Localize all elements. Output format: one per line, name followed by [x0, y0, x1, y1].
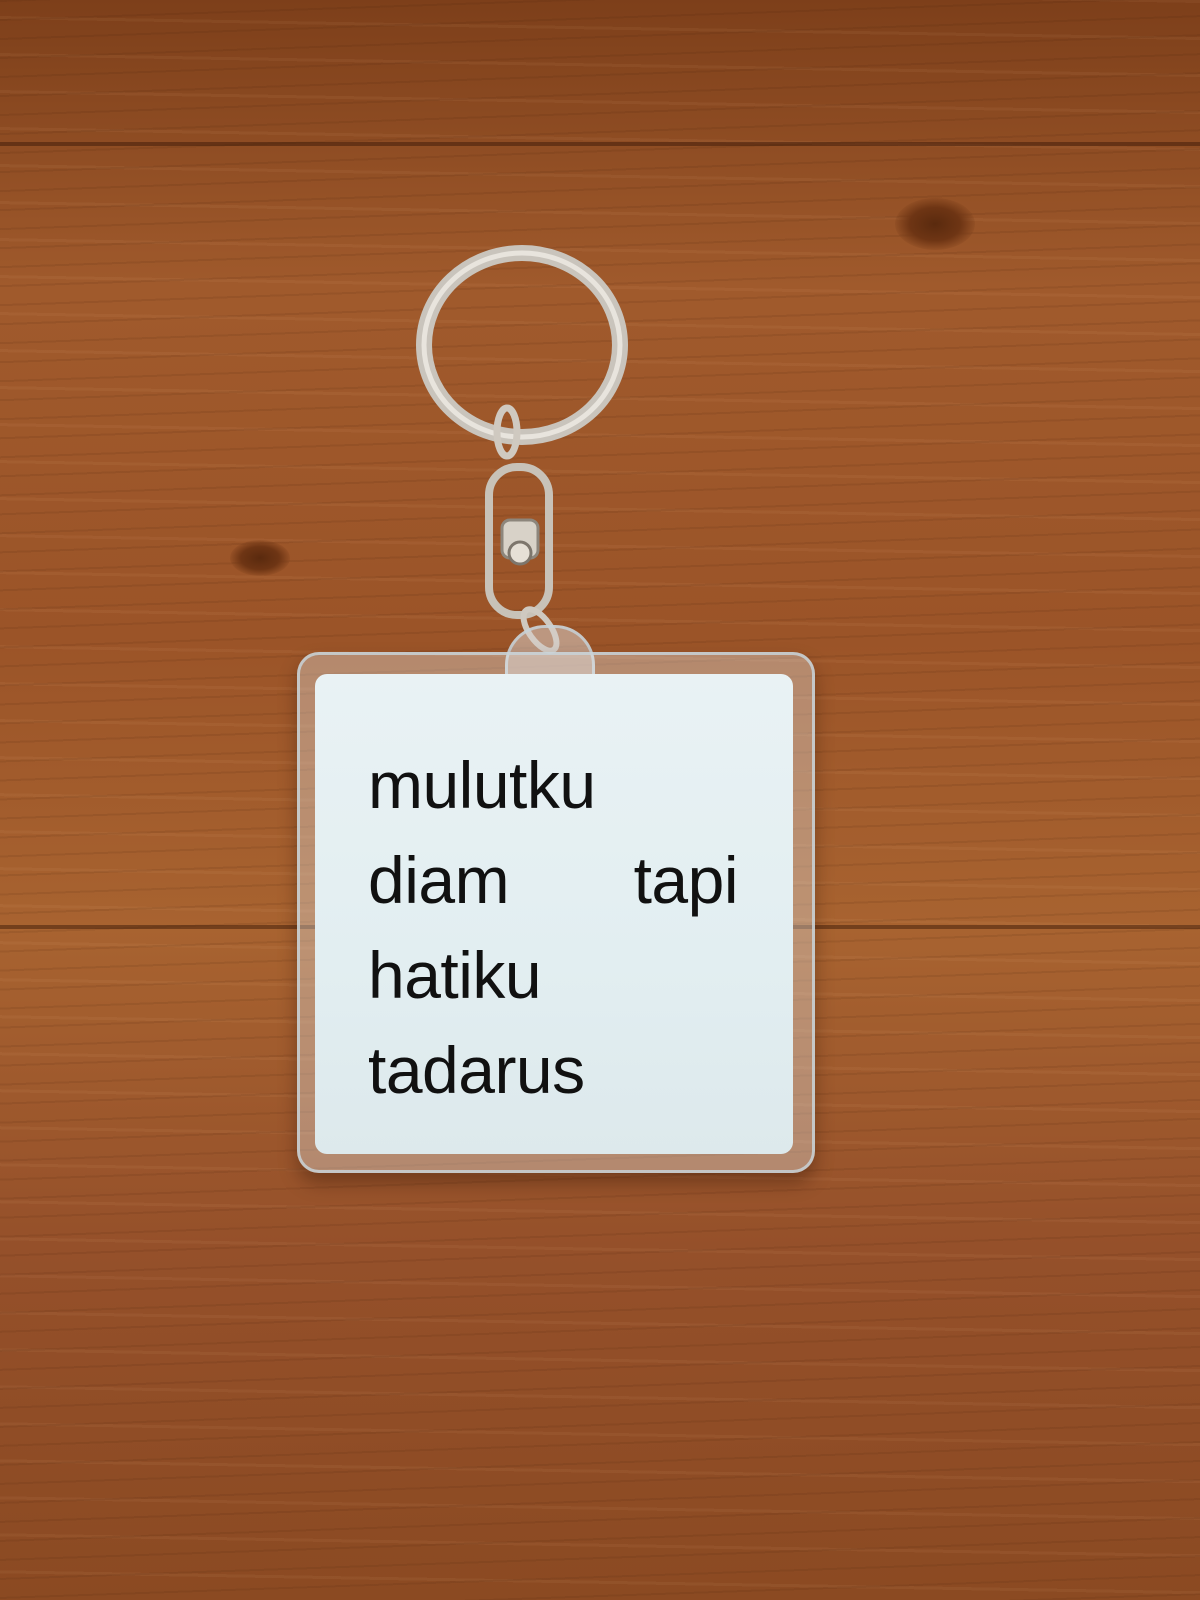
wooden-table-photo: mulutku diam tapi hatiku tadarus [0, 0, 1200, 1600]
quote-line-4: tadarus [368, 1033, 585, 1107]
quote-word-tapi: tapi [633, 843, 739, 917]
quote-line-1: mulutku [368, 748, 596, 822]
quote-line-3: hatiku [368, 938, 542, 1012]
quote-line-2: diam tapi [368, 833, 739, 928]
keychain-quote: mulutku diam tapi hatiku tadarus [368, 738, 739, 1118]
quote-word-diam: diam [368, 843, 510, 917]
